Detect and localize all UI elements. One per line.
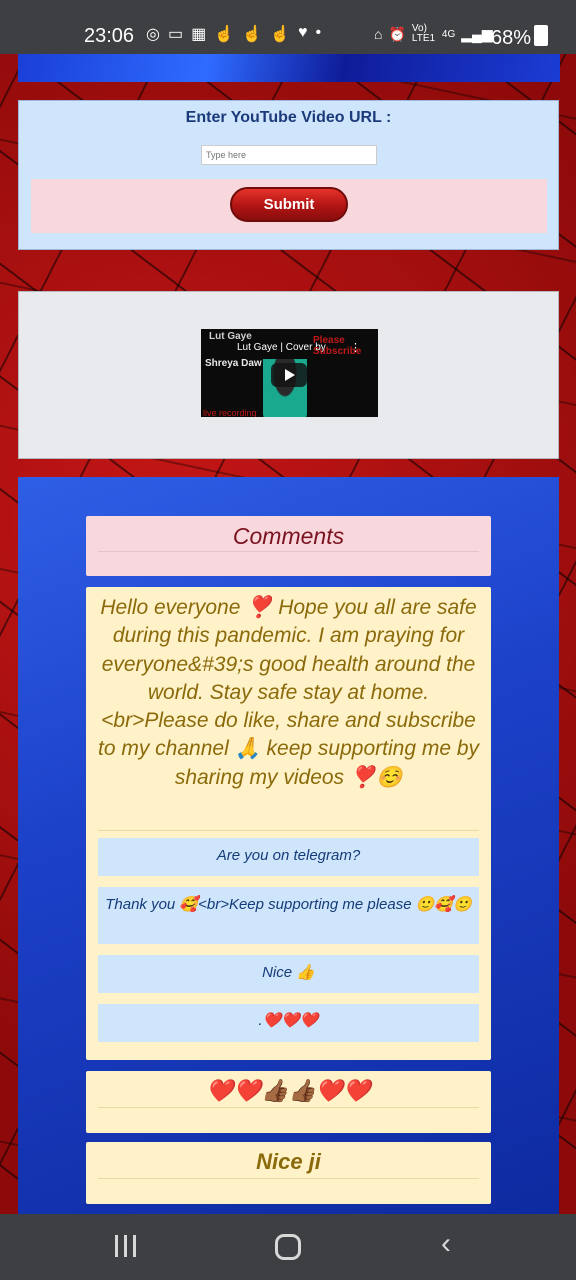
play-icon[interactable] <box>271 363 307 387</box>
top-banner <box>18 54 560 82</box>
submit-button[interactable]: Submit <box>230 187 348 222</box>
submit-area: Submit <box>31 179 547 233</box>
alarm-icon: ⏰ <box>388 25 406 42</box>
navigation-bar: ‹ <box>0 1214 576 1280</box>
reply-item: Nice 👍 <box>98 955 479 993</box>
divider <box>98 1178 479 1179</box>
battery-icon <box>534 25 549 46</box>
instagram-icon: ◎ <box>146 26 160 43</box>
home-icon[interactable] <box>275 1234 301 1260</box>
video-bottom-text: live recording <box>203 408 257 417</box>
dot-icon: • <box>315 24 322 41</box>
heart-icon: ♥ <box>297 24 308 41</box>
comment-card: Hello everyone ❣️ Hope you all are safe … <box>86 587 491 1060</box>
comments-header: Comments <box>86 516 491 576</box>
status-time: 23:06 <box>84 25 135 47</box>
network-label: Vo) LTE1 <box>411 23 436 44</box>
recent-apps-icon[interactable] <box>115 1235 136 1257</box>
back-icon[interactable]: ‹ <box>441 1229 451 1259</box>
comment-text: ❤️❤️👍🏾👍🏾❤️❤️ <box>206 1078 371 1103</box>
hand-icon: ☝ <box>214 26 235 43</box>
divider <box>98 551 479 552</box>
url-input[interactable] <box>201 145 377 165</box>
divider <box>98 830 479 831</box>
video-artist: Shreya Daw <box>205 358 262 369</box>
lock-icon: ⌂ <box>374 26 383 42</box>
video-thumbnail[interactable]: Lut Gaye Lut Gaye | Cover by Shreya Daw … <box>201 329 378 417</box>
battery-percent: 68% <box>491 27 532 49</box>
divider <box>98 1107 479 1108</box>
reply-item: Thank you 🥰<br>Keep supporting me please… <box>98 887 479 944</box>
comments-section: Comments Hello everyone ❣️ Hope you all … <box>18 477 559 1217</box>
calculator-icon: ▦ <box>191 26 207 43</box>
status-bar: 23:06 ◎ ▭ ▦ ☝ ☝ ☝ ♥ • ⌂ ⏰ Vo) LTE1 4G ▂▄… <box>0 0 576 54</box>
comments-title: Comments <box>232 523 345 549</box>
network-type: 4G <box>441 28 456 40</box>
reply-item: Are you on telegram? <box>98 838 479 876</box>
reply-item: .❤️❤️❤️ <box>98 1004 479 1042</box>
hand-icon: ☝ <box>270 26 290 43</box>
video-overlay-subscribe: Please Subscribe <box>313 335 362 357</box>
laptop-icon: ▭ <box>167 26 184 43</box>
signal-icon: ▂▄▆ <box>461 25 493 42</box>
more-options-icon[interactable]: ⋮ <box>350 341 361 354</box>
video-overlay-title: Lut Gaye <box>209 331 252 342</box>
comment-card: Nice ji <box>86 1142 491 1204</box>
comment-text: Nice ji <box>256 1149 321 1174</box>
comment-card: ❤️❤️👍🏾👍🏾❤️❤️ <box>86 1071 491 1133</box>
url-form-panel: Enter YouTube Video URL : Submit <box>18 100 559 250</box>
url-label: Enter YouTube Video URL : <box>185 109 392 126</box>
system-icons: ⌂ ⏰ Vo) LTE1 4G ▂▄▆ <box>374 24 493 44</box>
battery-indicator: 68% <box>491 25 549 50</box>
hand-icon: ☝ <box>242 26 263 43</box>
comment-text: Hello everyone ❣️ Hope you all are safe … <box>98 596 480 789</box>
video-panel: Lut Gaye Lut Gaye | Cover by Shreya Daw … <box>18 291 559 459</box>
notification-icons: ◎ ▭ ▦ ☝ ☝ ☝ ♥ • <box>146 24 321 44</box>
